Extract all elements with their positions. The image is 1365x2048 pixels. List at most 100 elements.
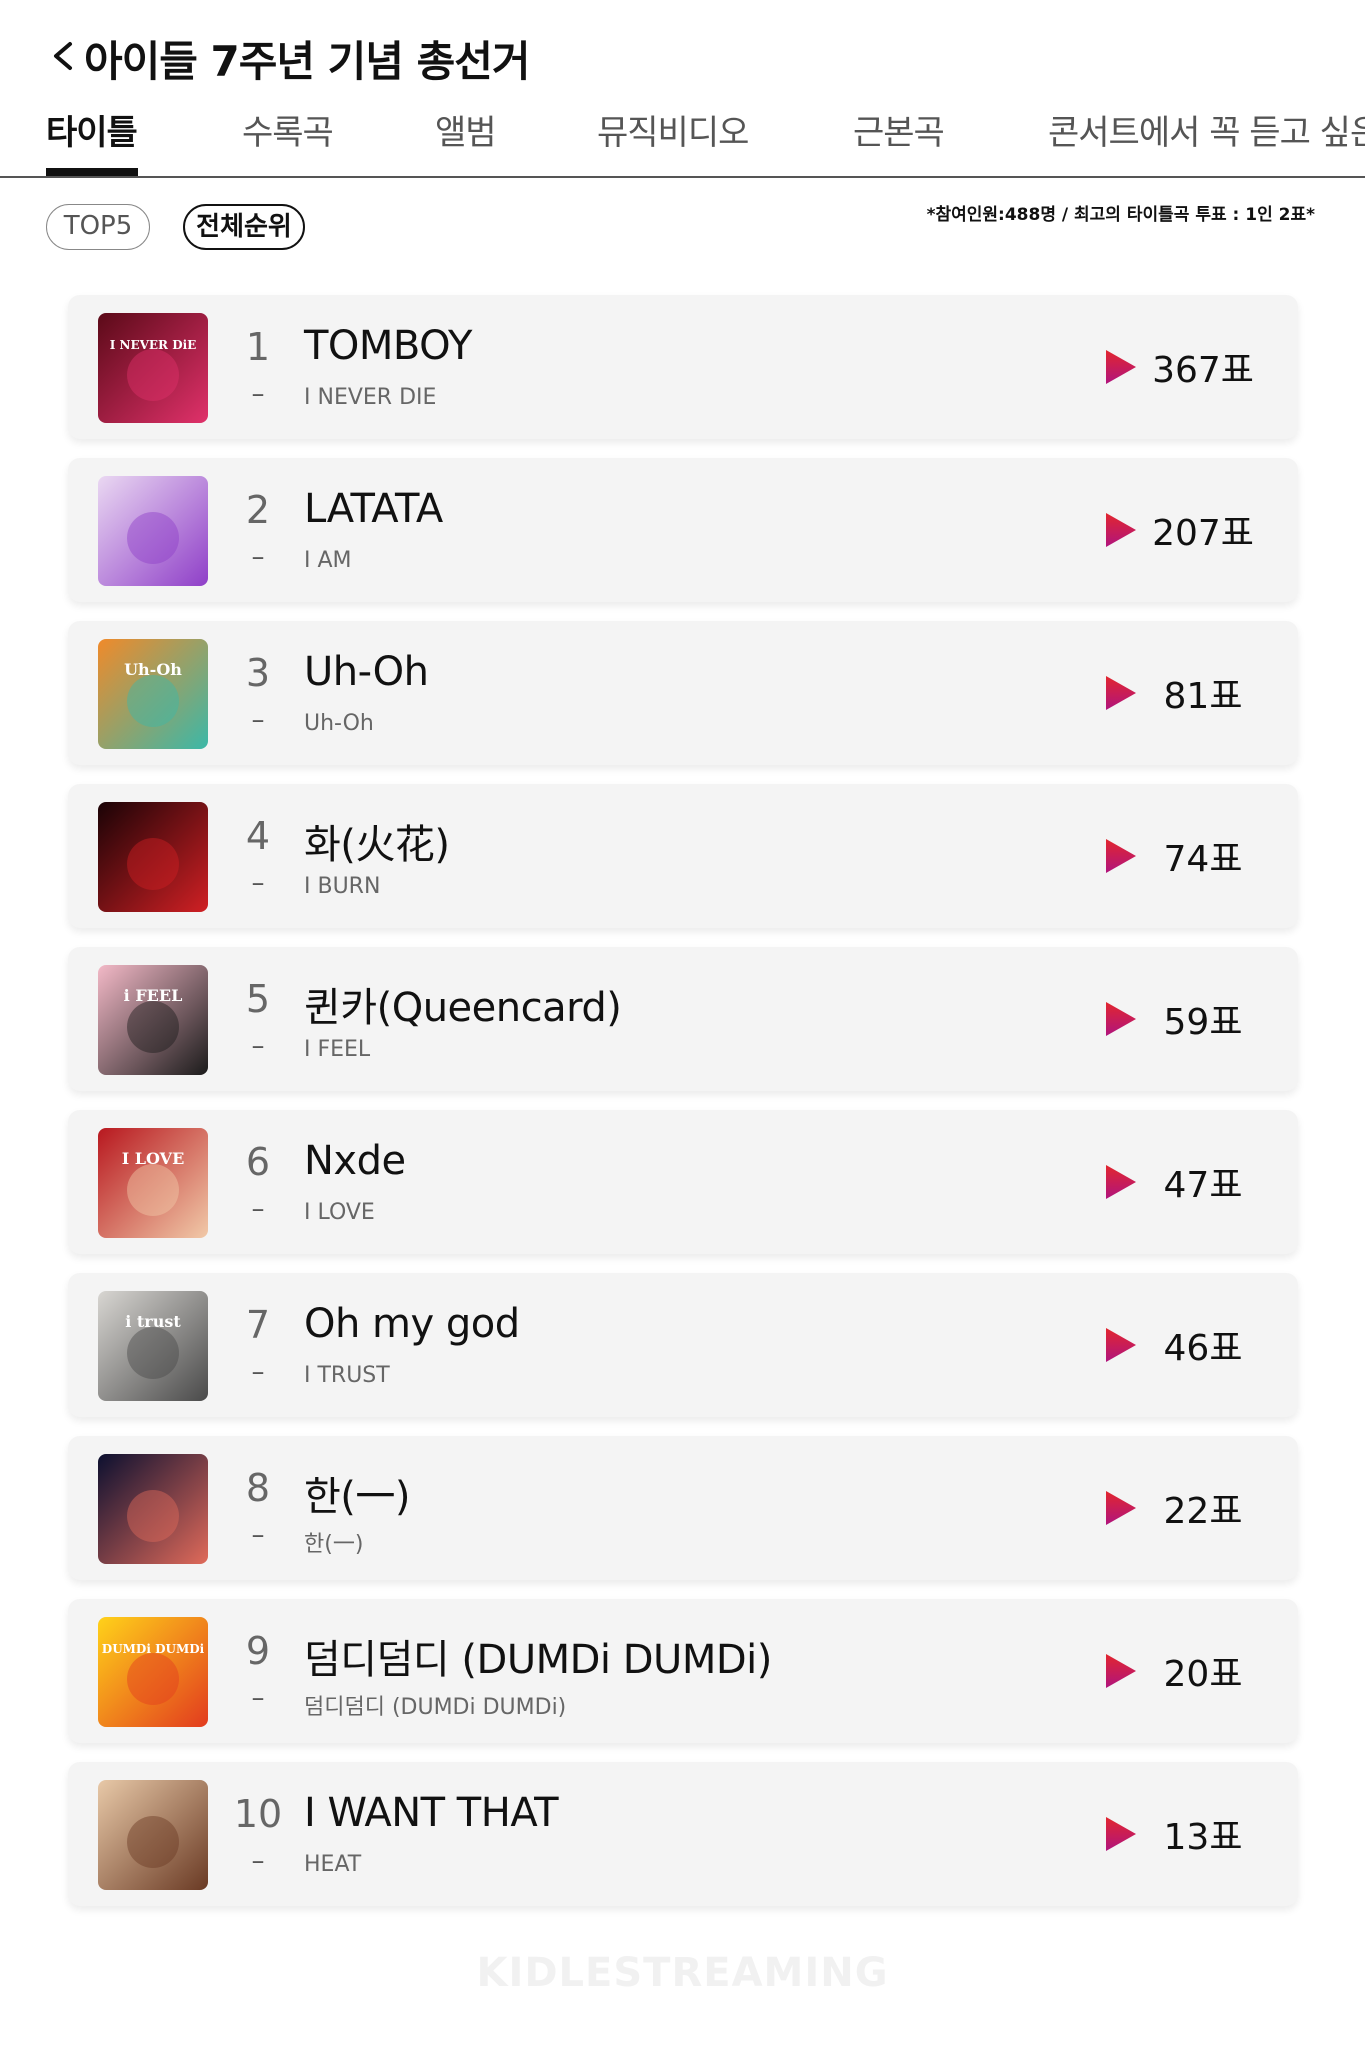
vote-count: 20표 [1163, 1654, 1243, 1695]
song-title: Oh my god [304, 1301, 520, 1347]
play-icon[interactable] [1100, 1814, 1140, 1854]
vote-count: 46표 [1163, 1328, 1243, 1369]
album-cover-text: i FEEL [124, 986, 183, 1005]
play-icon[interactable] [1100, 1651, 1140, 1691]
song-title: Uh-Oh [304, 649, 429, 695]
category-tabs: 타이틀 수록곡 앨범 뮤직비디오 근본곡 콘서트에서 꼭 듣고 싶은 [0, 108, 1365, 178]
album-cover-image [98, 1454, 208, 1564]
play-icon[interactable] [1100, 1488, 1140, 1528]
album-cover-image: DUMDi DUMDi [98, 1617, 208, 1727]
album-cover-image: i FEEL [98, 965, 208, 1075]
all-ranking-filter-button[interactable]: 전체순위 [183, 204, 305, 250]
album-cover-text: I NEVER DiE [110, 338, 197, 352]
album-cover-image [98, 476, 208, 586]
album-cover-text: i trust [125, 1312, 181, 1331]
vote-count: 207표 [1152, 513, 1254, 554]
rank-number: 10 [233, 1792, 283, 1836]
album-name: I NEVER DIE [304, 385, 437, 410]
album-cover-image: i trust [98, 1291, 208, 1401]
rank-number: 7 [245, 1303, 271, 1347]
vote-info-note: *참여인원:488명 / 최고의 타이틀곡 투표 : 1인 2표* [926, 205, 1315, 225]
header-bar: 아이들 7주년 기념 총선거 [0, 0, 1365, 120]
tab-concert-wish[interactable]: 콘서트에서 꼭 듣고 싶은 [1048, 108, 1365, 176]
song-title: TOMBOY [304, 323, 472, 369]
vote-count: 367표 [1152, 350, 1254, 391]
ranking-card[interactable]: 2 – LATATA I AM 207표 [68, 458, 1298, 602]
vote-count: 22표 [1163, 1491, 1243, 1532]
rank-change-indicator: – [251, 868, 265, 898]
album-name: Uh-Oh [304, 711, 374, 736]
ranking-card[interactable]: i FEEL 5 – 퀸카(Queencard) I FEEL 59표 [68, 947, 1298, 1091]
album-name: I FEEL [304, 1037, 371, 1062]
vote-count: 47표 [1163, 1165, 1243, 1206]
ranking-card[interactable]: 10 – I WANT THAT HEAT 13표 [68, 1762, 1298, 1906]
ranking-card[interactable]: 4 – 화(火花) I BURN 74표 [68, 784, 1298, 928]
tab-bside[interactable]: 수록곡 [242, 108, 334, 176]
rank-change-indicator: – [251, 542, 265, 572]
album-cover-image: I NEVER DiE [98, 313, 208, 423]
song-title: I WANT THAT [304, 1790, 559, 1836]
rank-change-indicator: – [251, 1683, 265, 1713]
rank-number: 5 [245, 977, 271, 1021]
play-icon[interactable] [1100, 347, 1140, 387]
album-cover-text: Uh-Oh [124, 660, 182, 679]
play-icon[interactable] [1100, 673, 1140, 713]
song-title: 화(火花) [304, 822, 450, 868]
song-title: 한(一) [304, 1474, 411, 1520]
album-cover-image [98, 1780, 208, 1890]
ranking-card[interactable]: I NEVER DiE 1 – TOMBOY I NEVER DIE 367표 [68, 295, 1298, 439]
ranking-card[interactable]: I LOVE 6 – Nxde I LOVE 47표 [68, 1110, 1298, 1254]
album-cover-image [98, 802, 208, 912]
play-icon[interactable] [1100, 1325, 1140, 1365]
album-name: HEAT [304, 1852, 362, 1877]
rank-change-indicator: – [251, 1031, 265, 1061]
album-name: I AM [304, 548, 352, 573]
song-title: 퀸카(Queencard) [304, 985, 622, 1031]
rank-change-indicator: – [251, 1520, 265, 1550]
song-title: Nxde [304, 1138, 406, 1184]
rank-change-indicator: – [251, 1846, 265, 1876]
play-icon[interactable] [1100, 1162, 1140, 1202]
rank-number: 6 [245, 1140, 271, 1184]
play-icon[interactable] [1100, 999, 1140, 1039]
album-cover-text: I LOVE [122, 1149, 185, 1168]
active-tab-indicator [46, 168, 138, 176]
play-icon[interactable] [1100, 510, 1140, 550]
rank-change-indicator: – [251, 1357, 265, 1387]
back-arrow-icon[interactable] [46, 34, 80, 78]
tab-music-video[interactable]: 뮤직비디오 [597, 108, 749, 176]
vote-count: 74표 [1163, 839, 1243, 880]
rank-number: 2 [245, 488, 271, 532]
page-title: 아이들 7주년 기념 총선거 [84, 37, 530, 86]
vote-count: 13표 [1163, 1817, 1243, 1858]
album-name: I TRUST [304, 1363, 390, 1388]
album-cover-image: I LOVE [98, 1128, 208, 1238]
ranking-card[interactable]: Uh-Oh 3 – Uh-Oh Uh-Oh 81표 [68, 621, 1298, 765]
rank-change-indicator: – [251, 705, 265, 735]
album-name: 한(一) [304, 1532, 364, 1557]
album-name: 덤디덤디 (DUMDi DUMDi) [304, 1695, 567, 1720]
filter-bar: TOP5 전체순위 *참여인원:488명 / 최고의 타이틀곡 투표 : 1인 … [0, 200, 1365, 260]
rank-number: 4 [245, 814, 271, 858]
ranking-card[interactable]: 8 – 한(一) 한(一) 22표 [68, 1436, 1298, 1580]
watermark: KIDLESTREAMING [476, 1950, 889, 1996]
rank-number: 8 [245, 1466, 271, 1510]
ranking-card[interactable]: i trust 7 – Oh my god I TRUST 46표 [68, 1273, 1298, 1417]
album-cover-image: Uh-Oh [98, 639, 208, 749]
tab-album[interactable]: 앨범 [435, 108, 497, 176]
song-title: LATATA [304, 486, 443, 532]
rank-change-indicator: – [251, 1194, 265, 1224]
album-name: I BURN [304, 874, 381, 899]
tab-classic-song[interactable]: 근본곡 [853, 108, 945, 176]
album-name: I LOVE [304, 1200, 375, 1225]
top5-filter-button[interactable]: TOP5 [46, 204, 150, 250]
rank-change-indicator: – [251, 379, 265, 409]
vote-count: 59표 [1163, 1002, 1243, 1043]
play-icon[interactable] [1100, 836, 1140, 876]
rank-number: 9 [245, 1629, 271, 1673]
ranking-card[interactable]: DUMDi DUMDi 9 – 덤디덤디 (DUMDi DUMDi) 덤디덤디 (DUM… [68, 1599, 1298, 1743]
song-title: 덤디덤디 (DUMDi DUMDi) [304, 1637, 772, 1683]
vote-count: 81표 [1163, 676, 1243, 717]
album-cover-text: DUMDi DUMDi [102, 1642, 205, 1656]
rank-number: 3 [245, 651, 271, 695]
